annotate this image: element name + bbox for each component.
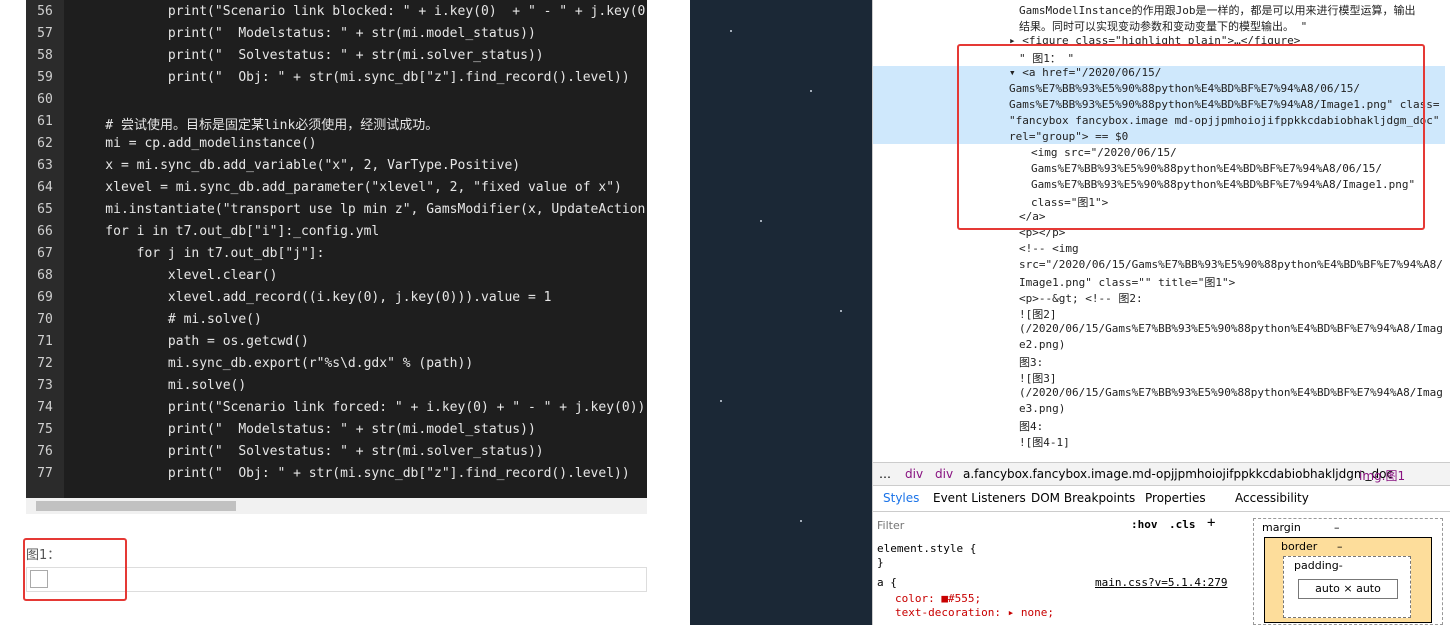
line-number: 56 xyxy=(37,4,53,19)
code-line: xlevel = mi.sync_db.add_parameter("xleve… xyxy=(74,180,622,195)
crumb-more[interactable]: … xyxy=(879,467,891,481)
highlight-annotation xyxy=(23,538,127,601)
line-number: 58 xyxy=(37,48,53,63)
code-line: # mi.solve() xyxy=(74,312,262,327)
code-line: print(" Modelstatus: " + str(mi.model_st… xyxy=(74,422,536,437)
highlight-annotation xyxy=(957,44,1425,230)
margin-value: – xyxy=(1334,521,1340,534)
code-line: print("Scenario link forced: " + i.key(0… xyxy=(74,400,646,415)
dom-line[interactable]: <p>--&gt; <!-- 图2: xyxy=(1019,290,1143,306)
code-block: 56 print("Scenario link blocked: " + i.k… xyxy=(26,0,647,498)
screenshot: 56 print("Scenario link blocked: " + i.k… xyxy=(0,0,1450,625)
code-line: print(" Modelstatus: " + str(mi.model_st… xyxy=(74,26,536,41)
add-rule-button[interactable]: + xyxy=(1207,515,1215,531)
crumb-div[interactable]: div xyxy=(935,467,953,481)
tab-properties[interactable]: Properties xyxy=(1145,491,1206,505)
border-value: – xyxy=(1337,540,1343,553)
code-line: print(" Obj: " + str(mi.sync_db["z"].fin… xyxy=(74,466,630,481)
line-number: 71 xyxy=(37,334,53,349)
code-line: mi.sync_db.export(r"%s\d.gdx" % (path)) xyxy=(74,356,474,371)
line-number: 75 xyxy=(37,422,53,437)
tab-event-listeners[interactable]: Event Listeners xyxy=(933,491,1026,505)
dom-line[interactable]: 图4: xyxy=(1019,418,1043,434)
dom-line[interactable]: (/2020/06/15/Gams%E7%BB%93%E5%90%88pytho… xyxy=(1019,386,1443,399)
code-line: mi = cp.add_modelinstance() xyxy=(74,136,317,151)
dom-line[interactable]: src="/2020/06/15/Gams%E7%BB%93%E5%90%88p… xyxy=(1019,258,1443,271)
dom-line[interactable]: <!-- <img xyxy=(1019,242,1079,255)
styles-pane: :hov .cls + element.style { } a { main.c… xyxy=(873,512,1233,625)
line-number: 60 xyxy=(37,92,53,107)
horizontal-scrollbar[interactable] xyxy=(26,498,647,514)
line-number: 66 xyxy=(37,224,53,239)
line-number: 67 xyxy=(37,246,53,261)
rule-close: } xyxy=(877,556,884,569)
border-label: border xyxy=(1281,540,1318,553)
decoration-decl: text-decoration: ▸ none; xyxy=(895,606,1054,619)
line-number: 74 xyxy=(37,400,53,415)
crumb-img[interactable]: img.图1 xyxy=(1359,467,1405,484)
line-number: 69 xyxy=(37,290,53,305)
a-rule: a { xyxy=(877,576,897,589)
dom-line[interactable]: (/2020/06/15/Gams%E7%BB%93%E5%90%88pytho… xyxy=(1019,322,1443,335)
dom-line[interactable]: Image1.png" class="" title="图1"> xyxy=(1019,274,1235,290)
dom-line[interactable]: ![图4-1] xyxy=(1019,434,1070,450)
cls-toggle[interactable]: .cls xyxy=(1169,518,1196,531)
dom-line[interactable]: ![图3] xyxy=(1019,370,1057,386)
element-style-rule: element.style { xyxy=(877,542,977,555)
dom-line[interactable]: e3.png) xyxy=(1019,402,1065,415)
dom-line[interactable]: GamsModelInstance的作用跟Job是一样的，都是可以用来进行模型运… xyxy=(1019,2,1415,18)
filter-input[interactable] xyxy=(877,516,1077,534)
code-line: x = mi.sync_db.add_variable("x", 2, VarT… xyxy=(74,158,521,173)
dom-line[interactable]: ![图2] xyxy=(1019,306,1057,322)
margin-label: margin xyxy=(1262,521,1301,534)
code-line: xlevel.add_record((i.key(0), j.key(0))).… xyxy=(74,290,552,305)
line-number: 65 xyxy=(37,202,53,217)
code-line: print(" Solvestatus: " + str(mi.solver_s… xyxy=(74,444,544,459)
code-line: xlevel.clear() xyxy=(74,268,278,283)
box-model: margin – border – padding- auto × auto xyxy=(1253,518,1443,625)
source-link[interactable]: main.css?v=5.1.4:279 xyxy=(1095,576,1227,589)
padding-label: padding- xyxy=(1294,559,1343,572)
color-decl: color: ■#555; xyxy=(895,592,982,605)
code-line: print(" Obj: " + str(mi.sync_db["z"].fin… xyxy=(74,70,630,85)
line-number: 64 xyxy=(37,180,53,195)
devtools-tabs: Styles Event Listeners DOM Breakpoints P… xyxy=(873,486,1450,512)
line-number: 62 xyxy=(37,136,53,151)
line-number: 73 xyxy=(37,378,53,393)
line-number: 76 xyxy=(37,444,53,459)
code-line: mi.instantiate("transport use lp min z",… xyxy=(74,202,646,217)
code-line: mi.solve() xyxy=(74,378,247,393)
code-line: print("Scenario link blocked: " + i.key(… xyxy=(74,4,646,19)
tab-dom-breakpoints[interactable]: DOM Breakpoints xyxy=(1031,491,1135,505)
crumb-div[interactable]: div xyxy=(905,467,923,481)
dom-line[interactable]: 结果。同时可以实现变动参数和变动变量下的模型输出。 " xyxy=(1019,18,1307,34)
code-line: for i in t7.out_db["i"]:_config.yml xyxy=(74,224,380,239)
dom-line[interactable]: 图3: xyxy=(1019,354,1043,370)
code-line: path = os.getcwd() xyxy=(74,334,309,349)
line-number: 59 xyxy=(37,70,53,85)
crumb-anchor[interactable]: a.fancybox.fancybox.image.md-opjjpmhoioj… xyxy=(963,467,1393,481)
line-number: 70 xyxy=(37,312,53,327)
line-number: 68 xyxy=(37,268,53,283)
hov-toggle[interactable]: :hov xyxy=(1131,518,1158,531)
code-line: for j in t7.out_db["j"]: xyxy=(74,246,325,261)
content-size: auto × auto xyxy=(1298,579,1398,599)
tab-accessibility[interactable]: Accessibility xyxy=(1235,491,1309,505)
elements-tree[interactable]: GamsModelInstance的作用跟Job是一样的，都是可以用来进行模型运… xyxy=(873,0,1450,462)
line-number: 57 xyxy=(37,26,53,41)
line-number: 61 xyxy=(37,114,53,129)
scroll-thumb[interactable] xyxy=(36,501,236,511)
devtools-panel: GamsModelInstance的作用跟Job是一样的，都是可以用来进行模型运… xyxy=(872,0,1450,625)
tab-styles[interactable]: Styles xyxy=(883,491,919,505)
breadcrumb[interactable]: … div div a.fancybox.fancybox.image.md-o… xyxy=(873,462,1450,486)
code-line: print(" Solvestatus: " + str(mi.solver_s… xyxy=(74,48,544,63)
dom-line[interactable]: e2.png) xyxy=(1019,338,1065,351)
line-number: 63 xyxy=(37,158,53,173)
line-number: 77 xyxy=(37,466,53,481)
line-number: 72 xyxy=(37,356,53,371)
code-line: # 尝试使用。目标是固定某link必须使用，经测试成功。 xyxy=(74,118,439,133)
background-starfield xyxy=(690,0,872,625)
